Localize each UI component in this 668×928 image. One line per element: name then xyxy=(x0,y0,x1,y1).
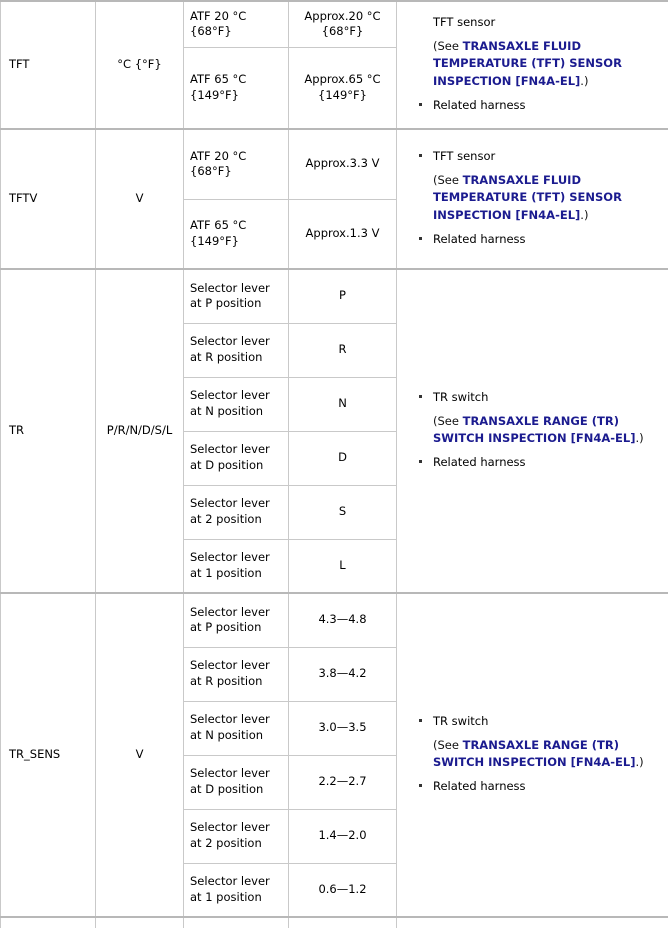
specification-cell: 0.6—1.2 xyxy=(288,862,397,918)
inspection-reference-link[interactable]: TRANSAXLE RANGE (TR) SWITCH INSPECTION [… xyxy=(433,738,635,769)
condition-cell: ATF 65 °C {149°F} xyxy=(183,46,289,130)
condition-cell: Selector lever at R position xyxy=(183,646,289,702)
specification-cell: Approx.65 °C {149°F} xyxy=(288,46,397,130)
action-list-item: TFT sensor xyxy=(433,15,496,30)
condition-cell: ATF 20 °C {68°F} xyxy=(183,0,289,48)
condition-cell: Selector lever at P position xyxy=(183,268,289,324)
pid-unit-cell: V xyxy=(95,592,184,918)
condition-cell: Selector lever at P position xyxy=(183,592,289,648)
condition-cell: Selector lever at N position xyxy=(183,376,289,432)
specification-cell: Approx.20 °C {68°F} xyxy=(288,0,397,48)
specification-cell: P xyxy=(288,268,397,324)
table-body: TFT °C {°F} ATF 20 °C {68°F} Approx.20 °C {… xyxy=(0,0,668,928)
condition-cell: Selector lever at R position xyxy=(183,322,289,378)
condition-cell: Selector lever at 2 position xyxy=(183,484,289,540)
pid-name-cell: TR xyxy=(0,268,96,594)
table-row: TR_SENS V Selector lever at P position 4.3—… xyxy=(0,592,668,918)
inspection-reference-link[interactable]: TRANSAXLE RANGE (TR) SWITCH INSPECTION [… xyxy=(433,414,635,445)
inspection-reference-note: (See TRANSAXLE FLUID TEMPERATURE (TFT) S… xyxy=(407,38,660,90)
specification-cell: 4.3—4.8 xyxy=(288,592,397,648)
action-list-item: TFT sensor xyxy=(407,148,660,165)
action-list-item: Related harness xyxy=(407,778,660,795)
condition-cell xyxy=(183,916,289,928)
specification-cell: Approx.1.3 V xyxy=(288,198,397,270)
action-list: TFT sensor (See TRANSAXLE FLUID TEMPERATU… xyxy=(407,14,660,113)
note-prefix: (See xyxy=(433,173,463,188)
action-list-item: Related harness xyxy=(407,231,660,248)
pid-name-cell: TFTV xyxy=(0,128,96,270)
note-suffix: .) xyxy=(580,73,589,88)
specification-cell xyxy=(288,916,397,928)
action-list-item: Related harness xyxy=(407,97,660,114)
specification-cell: 3.0—3.5 xyxy=(288,700,397,756)
action-cell: TR switch (See TRANSAXLE RANGE (TR) SWITC… xyxy=(396,592,668,918)
table-row: TFT °C {°F} ATF 20 °C {68°F} Approx.20 °C {… xyxy=(0,0,668,130)
pid-name-cell: TFT xyxy=(0,0,96,130)
note-prefix: (See xyxy=(433,413,463,428)
pid-name-cell xyxy=(0,916,96,928)
note-prefix: (See xyxy=(433,737,463,752)
action-list-item: TR switch xyxy=(407,713,660,730)
condition-cell: Selector lever at 1 position xyxy=(183,862,289,918)
specification-cell: N xyxy=(288,376,397,432)
specification-cell: R xyxy=(288,322,397,378)
pid-specification-table: TFT °C {°F} ATF 20 °C {68°F} Approx.20 °C {… xyxy=(0,0,668,928)
specification-cell: S xyxy=(288,484,397,540)
condition-cell: Selector lever at N position xyxy=(183,700,289,756)
condition-cell: Selector lever at 2 position xyxy=(183,808,289,864)
action-cell xyxy=(396,916,668,928)
note-suffix: .) xyxy=(635,755,644,769)
action-cell: TR switch (See TRANSAXLE RANGE (TR) SWITC… xyxy=(396,268,668,594)
condition-cell: Selector lever at 1 position xyxy=(183,538,289,594)
pid-name-cell: TR_SENS xyxy=(0,592,96,918)
condition-cell: Selector lever at D position xyxy=(183,754,289,810)
specification-cell: 2.2—2.7 xyxy=(288,754,397,810)
action-list: TR switch (See TRANSAXLE RANGE (TR) SWITC… xyxy=(407,713,660,795)
action-list-item: Related harness xyxy=(407,454,660,471)
table-row: TR P/R/N/D/S/L Selector lever at P positio… xyxy=(0,268,668,594)
specification-cell: D xyxy=(288,430,397,486)
note-prefix: (See xyxy=(433,39,463,54)
inspection-reference-note: (See TRANSAXLE FLUID TEMPERATURE (TFT) S… xyxy=(407,172,660,224)
specification-cell: 1.4—2.0 xyxy=(288,808,397,864)
specification-cell: Approx.3.3 V xyxy=(288,128,397,200)
specification-cell: 3.8—4.2 xyxy=(288,646,397,702)
pid-unit-cell: P/R/N/D/S/L xyxy=(95,268,184,594)
note-suffix: .) xyxy=(580,207,589,222)
inspection-reference-note: (See TRANSAXLE RANGE (TR) SWITCH INSPECT… xyxy=(407,413,660,448)
table-row: TFTV V ATF 20 °C {68°F} Approx.3.3 V TFT sen… xyxy=(0,128,668,270)
action-list-item: TR switch xyxy=(407,389,660,406)
inspection-reference-note: (See TRANSAXLE RANGE (TR) SWITCH INSPECT… xyxy=(407,737,660,772)
pid-unit-cell xyxy=(95,916,184,928)
condition-cell: ATF 20 °C {68°F} xyxy=(183,128,289,200)
note-suffix: .) xyxy=(635,431,644,445)
pid-unit-cell: °C {°F} xyxy=(95,0,184,130)
action-cell: TFT sensor (See TRANSAXLE FLUID TEMPERATU… xyxy=(396,128,668,270)
action-list: TR switch (See TRANSAXLE RANGE (TR) SWITC… xyxy=(407,389,660,471)
pid-unit-cell: V xyxy=(95,128,184,270)
condition-cell: Selector lever at D position xyxy=(183,430,289,486)
table-row xyxy=(0,916,668,928)
condition-cell: ATF 65 °C {149°F} xyxy=(183,198,289,270)
specification-cell: L xyxy=(288,538,397,594)
action-cell: TFT sensor (See TRANSAXLE FLUID TEMPERATU… xyxy=(396,0,668,130)
action-list: TFT sensor (See TRANSAXLE FLUID TEMPERATU… xyxy=(407,148,660,247)
